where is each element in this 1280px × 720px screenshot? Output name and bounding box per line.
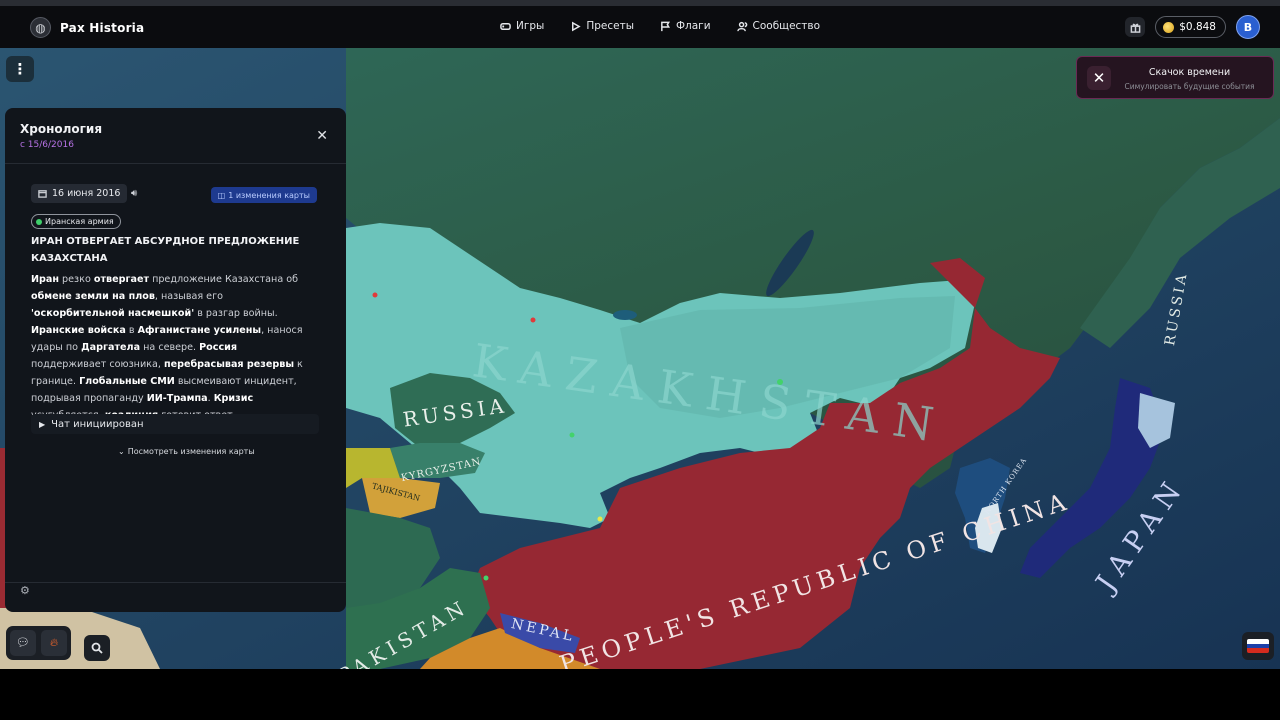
gear-icon[interactable]: ⚙	[20, 584, 30, 597]
timeline-header: Хронология с 15/6/2016	[20, 122, 102, 150]
event-body: Иран резко отвергает предложение Казахст…	[31, 274, 303, 421]
time-skip-subtitle: Симулировать будущие события	[1124, 82, 1255, 91]
divider	[5, 582, 346, 583]
tool-group: 💬︎ 🔥︎	[6, 625, 71, 660]
chevron-down-icon: ⌄	[118, 447, 125, 456]
status-dot-icon	[36, 218, 42, 225]
country-flag-button[interactable]	[1242, 632, 1274, 660]
close-icon[interactable]: ✕	[1087, 66, 1111, 90]
divider	[5, 163, 346, 164]
event-date-chip: 16 июня 2016	[31, 184, 128, 203]
account-area: $0.848 B	[1125, 15, 1260, 39]
chat-button[interactable]: 💬︎	[10, 629, 36, 656]
map-icon: ◫	[217, 190, 226, 200]
flag-icon	[661, 21, 671, 31]
timeline-since: с 15/6/2016	[20, 140, 74, 150]
nav-item-label: Пресеты	[586, 20, 634, 32]
play-icon	[572, 21, 581, 31]
view-map-changes-label: Посмотреть изменения карты	[127, 447, 255, 456]
search-button[interactable]	[84, 635, 110, 661]
map-changes-badge[interactable]: ◫ 1 изменения карты	[210, 187, 317, 203]
nav-item-community[interactable]: Сообщество	[736, 20, 821, 32]
brand[interactable]: ◍ Pax Historia	[30, 17, 144, 38]
gamepad-icon	[500, 22, 511, 30]
time-skip-panel[interactable]: ✕ Скачок времени Симулировать будущие со…	[1076, 56, 1274, 99]
view-map-changes-link[interactable]: ⌄ Посмотреть изменения карты	[118, 447, 255, 456]
gift-icon	[1130, 23, 1141, 33]
nav-item-label: Флаги	[676, 20, 711, 32]
search-icon	[91, 642, 103, 654]
city-marker[interactable]	[569, 432, 575, 438]
nav-item-label: Сообщество	[752, 20, 821, 32]
balance-value: $0.848	[1179, 21, 1216, 33]
flag-icon	[1247, 639, 1269, 653]
main-nav: Игры Пресеты Флаги Сообщество	[500, 20, 820, 32]
chat-bubble-icon: 💬︎	[16, 636, 30, 649]
event-tag-label: Иранская армия	[45, 217, 114, 226]
app-window: ◍ Pax Historia Игры Пресеты Флаги Сообще…	[0, 0, 1280, 720]
nav-item-games[interactable]: Игры	[500, 20, 544, 32]
avatar[interactable]: B	[1236, 15, 1260, 39]
city-marker[interactable]	[372, 292, 378, 298]
event-headline: ИРАН ОТВЕРГАЕТ АБСУРДНОЕ ПРЕДЛОЖЕНИЕ КАЗ…	[31, 236, 300, 264]
nav-item-label: Игры	[516, 20, 545, 32]
top-navbar: ◍ Pax Historia Игры Пресеты Флаги Сообще…	[0, 6, 1280, 48]
city-marker[interactable]	[530, 317, 536, 323]
brand-name: Pax Historia	[60, 20, 145, 35]
city-marker[interactable]	[483, 575, 489, 581]
users-icon	[736, 21, 747, 31]
chat-initiated-label: Чат инициирован	[51, 418, 144, 430]
fire-icon: 🔥︎	[49, 635, 59, 649]
map-changes-label: 1 изменения карты	[228, 190, 310, 200]
nav-item-flags[interactable]: Флаги	[660, 20, 711, 32]
lake-balkhash	[613, 310, 637, 320]
chat-initiated-toggle[interactable]: ▶ Чат инициирован	[31, 414, 319, 434]
event-date: 16 июня 2016	[52, 188, 121, 199]
coin-icon	[1163, 21, 1175, 33]
gift-button[interactable]	[1125, 17, 1146, 37]
close-icon[interactable]: ✕	[316, 128, 328, 144]
speaker-icon[interactable]: 🔊︎	[131, 188, 137, 199]
flag-stripe	[1247, 648, 1269, 653]
balance-button[interactable]: $0.848	[1155, 16, 1226, 38]
bottom-toolbar: 💬︎ 🔥︎	[6, 624, 110, 661]
caret-right-icon: ▶	[39, 419, 46, 429]
timeline-panel: Хронология с 15/6/2016 ✕ 16 июня 2016 🔊︎…	[5, 108, 346, 612]
menu-button[interactable]: ⋮	[6, 56, 34, 82]
events-button[interactable]: 🔥︎	[41, 629, 67, 656]
nav-item-presets[interactable]: Пресеты	[570, 20, 634, 32]
city-marker[interactable]	[597, 516, 603, 522]
timeline-title: Хронология	[20, 122, 103, 136]
globe-icon: ◍	[30, 17, 51, 38]
time-skip-title: Скачок времени	[1148, 67, 1231, 78]
event-tag: Иранская армия	[31, 214, 121, 229]
calendar-icon	[38, 190, 47, 198]
